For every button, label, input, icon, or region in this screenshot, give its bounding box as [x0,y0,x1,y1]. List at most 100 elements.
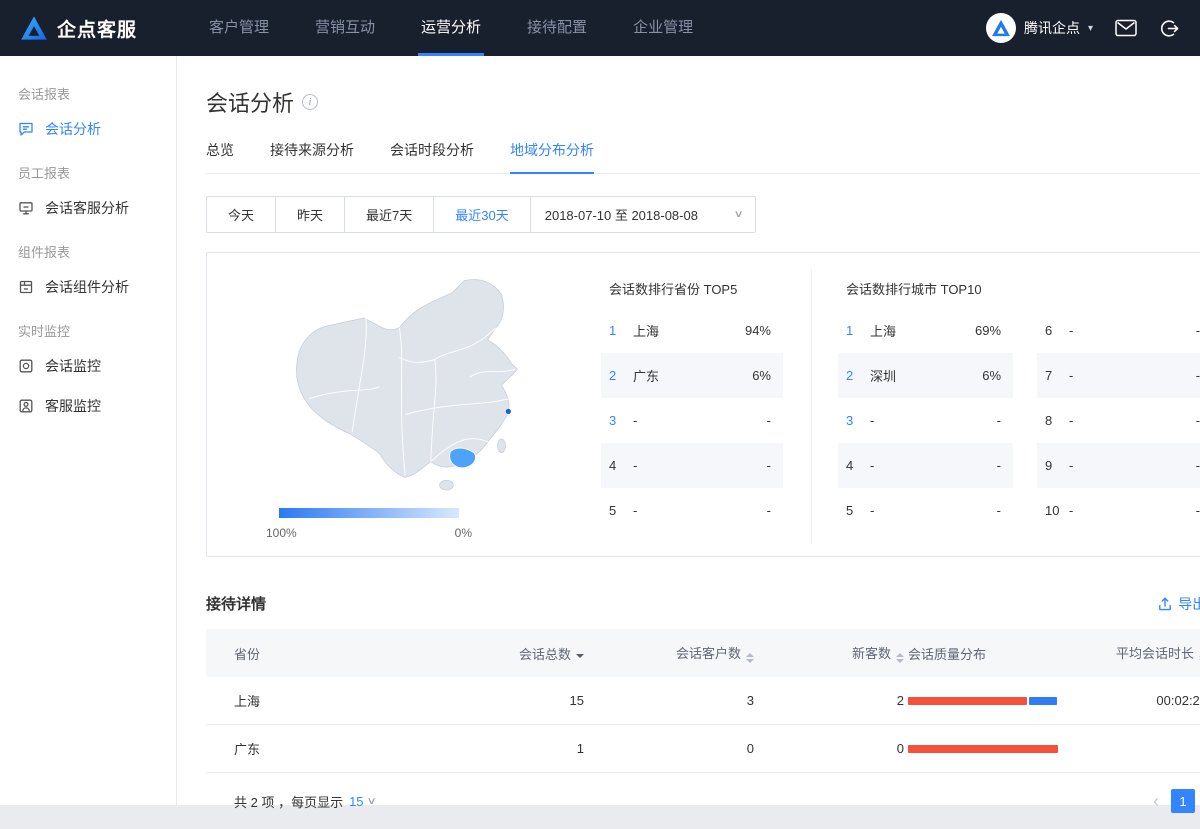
page-size-select[interactable]: 15 ∨ [349,794,375,809]
nav-customer-management[interactable]: 客户管理 [186,0,292,56]
legend-min-label: 0% [455,526,472,540]
page-title: 会话分析 [206,86,294,118]
sidebar-item-agent-monitor[interactable]: 客服监控 [0,386,176,426]
sidebar-item-agent-analysis[interactable]: 会话客服分析 [0,188,176,228]
city-rank-row: 8 - - [1037,398,1200,443]
quality-bar [908,697,1058,705]
date-range-value: 2018-07-10 至 2018-08-08 [545,205,698,224]
page-number-1[interactable]: 1 [1171,789,1195,813]
prev-page-button[interactable]: ‹ [1149,791,1163,812]
page-title-row: 会话分析 i [206,86,1200,118]
quality-bar [908,745,1058,753]
sort-desc-icon[interactable] [576,654,584,658]
monitor-headset-icon [18,200,34,216]
city-rank-row: 10 - - [1037,488,1200,533]
filter-yesterday-button[interactable]: 昨天 [275,196,345,233]
city-rank-row: 4 - - [838,443,1013,488]
detail-title: 接待详情 [206,593,266,614]
export-csv-button[interactable]: 导出CSV [1157,594,1200,614]
nav-operation-analysis[interactable]: 运营分析 [398,0,504,56]
province-rank-row: 1 上海 94% [601,308,783,353]
map-legend-labels: 100% 0% [266,526,472,540]
chevron-down-icon: ∨ [366,796,376,807]
info-icon[interactable]: i [302,94,318,110]
col-new-customers[interactable]: 新客数 [754,643,904,663]
filter-last7days-button[interactable]: 最近7天 [344,196,434,233]
logo-text: 企点客服 [57,15,137,42]
nav-enterprise-management[interactable]: 企业管理 [610,0,716,56]
col-total-sessions[interactable]: 会话总数 [434,644,584,663]
col-province: 省份 [234,644,434,663]
city-rank-row: 3 - - [838,398,1013,443]
province-rank-row: 4 - - [601,443,783,488]
filter-today-button[interactable]: 今天 [206,196,276,233]
person-monitor-icon [18,398,34,414]
main-content: 会话分析 i 总览 接待来源分析 会话时段分析 地域分布分析 今天 昨天 最近7… [177,56,1200,805]
quality-bar-red [908,745,1058,753]
table-row[interactable]: 上海 15 3 2 00:02:22 [206,677,1200,725]
city-ranking-title: 会话数排行城市 TOP10 [838,279,1200,298]
filter-last30days-button[interactable]: 最近30天 [433,196,530,233]
export-label: 导出CSV [1178,594,1200,614]
sidebar-item-label: 会话组件分析 [45,277,129,297]
map-point-shanghai [506,409,511,414]
date-range-picker[interactable]: 2018-07-10 至 2018-08-08 ∨ [530,196,756,233]
province-ranking-title: 会话数排行省份 TOP5 [601,279,783,298]
account-name: 腾讯企点 [1024,18,1080,38]
component-box-icon [18,279,34,295]
sidebar-item-component-analysis[interactable]: 会话组件分析 [0,267,176,307]
province-rank-row: 3 - - [601,398,783,443]
pagination-controls: ‹ 1 › [1149,789,1200,813]
province-ranking: 会话数排行省份 TOP5 1 上海 94% 2 广东 6% 3 - - [601,279,783,556]
vertical-divider [811,269,812,544]
geo-distribution-panel: 100% 0% 会话数排行省份 TOP5 1 上海 94% 2 广东 6% [206,252,1200,557]
main-layout: 会话报表 会话分析 员工报表 [0,56,1200,805]
nav-reception-config[interactable]: 接待配置 [504,0,610,56]
city-rank-row: 6 - - [1037,308,1200,353]
export-icon [1157,596,1173,612]
quality-bar-blue [1029,697,1058,705]
sort-icon[interactable] [896,653,904,663]
sidebar-item-session-monitor[interactable]: 会话监控 [0,346,176,386]
china-map-block: 100% 0% [251,267,583,556]
account-menu[interactable]: 腾讯企点 ▾ [986,13,1093,43]
sidebar-item-label: 会话分析 [45,119,101,139]
tab-reception-source[interactable]: 接待来源分析 [270,140,354,173]
sidebar-item-label: 会话监控 [45,356,101,376]
tab-time-period[interactable]: 会话时段分析 [390,140,474,173]
china-map[interactable] [251,267,583,493]
table-header-row: 省份 会话总数 会话客户数 新客数 会话质量分布 平均会话时长 [206,629,1200,677]
sidebar-section-staff-reports: 员工报表 [0,149,176,188]
city-rank-row: 5 - - [838,488,1013,533]
avatar [986,13,1016,43]
quality-bar-red [908,697,1027,705]
province-rank-row: 5 - - [601,488,783,533]
table-row[interactable]: 广东 1 0 0 - [206,725,1200,773]
logout-icon[interactable] [1159,18,1180,39]
map-legend-gradient [279,508,459,518]
top-nav: 客户管理 营销互动 运营分析 接待配置 企业管理 [186,0,716,56]
nav-marketing-interaction[interactable]: 营销互动 [292,0,398,56]
sidebar-section-component-reports: 组件报表 [0,228,176,267]
tab-overview[interactable]: 总览 [206,140,234,173]
sidebar-item-label: 客服监控 [45,396,101,416]
chat-bubble-icon [18,121,34,137]
map-region-guangdong [450,448,476,468]
col-session-customers[interactable]: 会话客户数 [584,643,754,663]
qidian-logo-icon [20,15,48,41]
app-logo[interactable]: 企点客服 [20,15,178,42]
col-avg-duration[interactable]: 平均会话时长 [1116,643,1200,663]
analysis-tabs: 总览 接待来源分析 会话时段分析 地域分布分析 [206,140,1200,174]
tab-region-distribution[interactable]: 地域分布分析 [510,140,594,173]
province-rank-row: 2 广东 6% [601,353,783,398]
sort-icon[interactable] [746,653,754,663]
pagination-summary: 共 2 项 ，每页显示 15 ∨ [234,792,375,811]
caret-down-icon: ▾ [1088,23,1093,34]
filter-row: 今天 昨天 最近7天 最近30天 2018-07-10 至 2018-08-08… [206,196,1200,233]
chevron-down-icon: ∨ [734,209,744,220]
sidebar-item-session-analysis[interactable]: 会话分析 [0,109,176,149]
city-ranking-col2: 6 - - 7 - - 8 - [1037,308,1200,533]
sidebar-section-session-reports: 会话报表 [0,70,176,109]
mail-icon[interactable] [1115,19,1137,37]
city-ranking: 会话数排行城市 TOP10 1 上海 69% 2 深圳 6% [838,279,1200,556]
